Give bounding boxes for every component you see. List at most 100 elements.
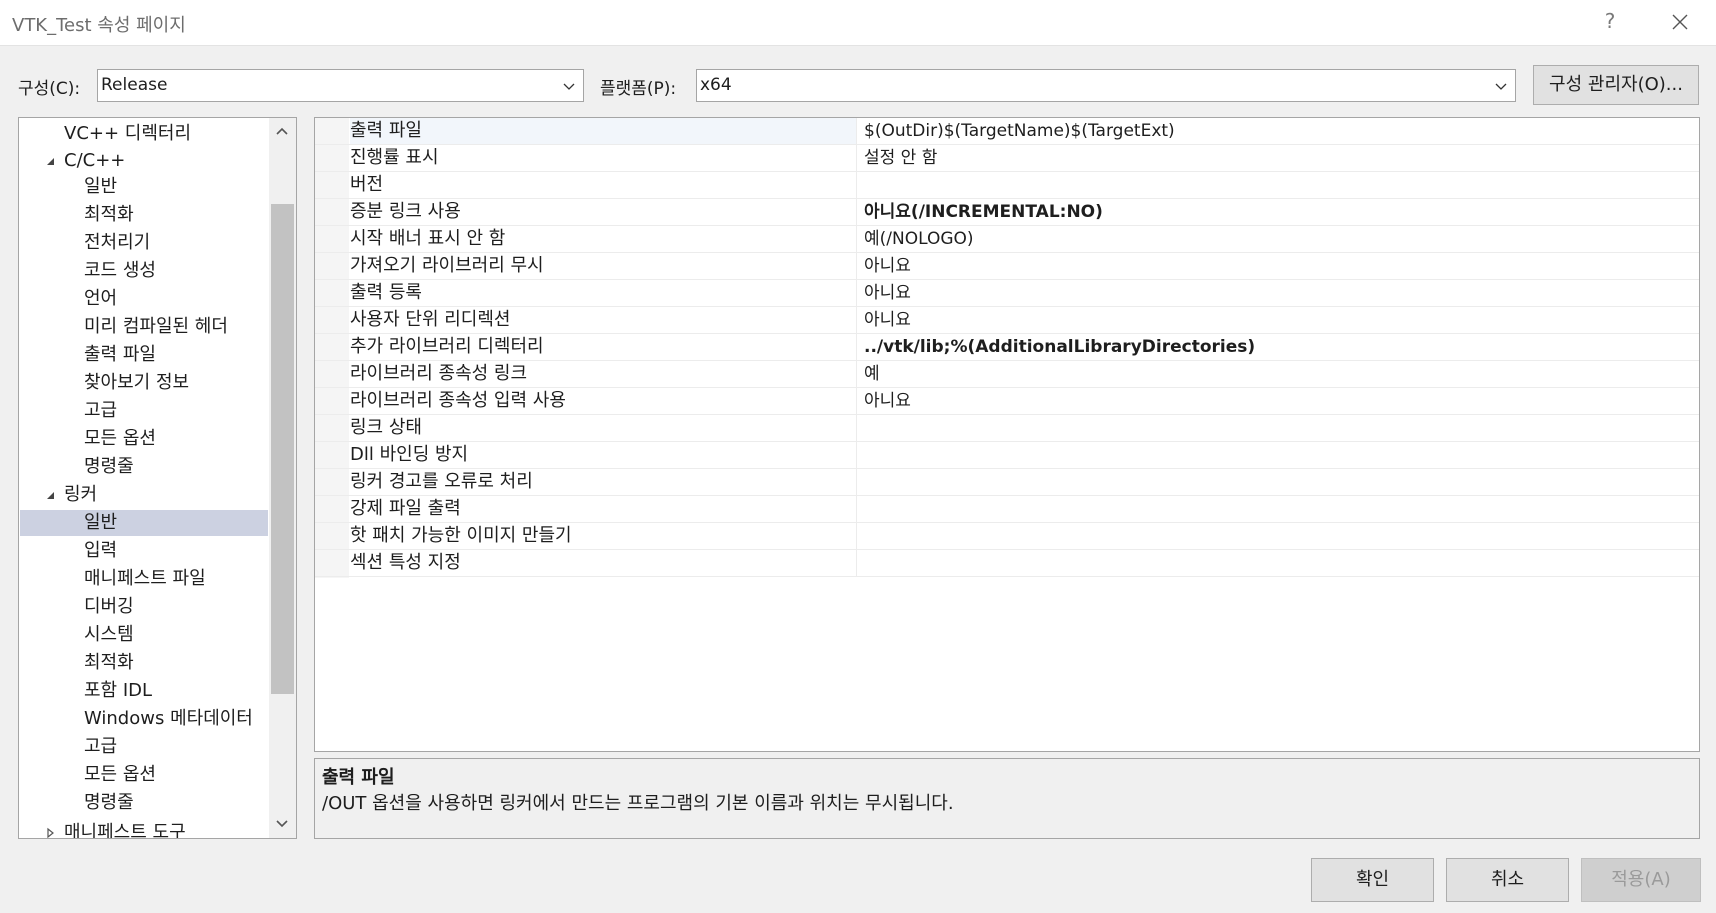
tree-item-debugging[interactable]: 디버깅	[20, 594, 268, 620]
property-row[interactable]: 버전	[315, 172, 1699, 199]
tree-item-label: 디버깅	[84, 596, 134, 617]
tree-item-manifest-file[interactable]: 매니페스트 파일	[20, 566, 268, 592]
tree-item-windows-metadata[interactable]: Windows 메타데이터	[20, 706, 268, 732]
platform-label: 플랫폼(P):	[600, 79, 677, 99]
tree-item-linker-optimization[interactable]: 최적화	[20, 650, 268, 676]
tree-item-label: C/C++	[64, 150, 126, 171]
cancel-button[interactable]: 취소	[1446, 858, 1569, 902]
scrollbar-thumb[interactable]	[271, 204, 294, 694]
tree-item-linker-general[interactable]: 일반	[20, 510, 268, 536]
property-value[interactable]: 설정 안 함	[860, 145, 1695, 171]
property-name[interactable]: 사용자 단위 리디렉션	[350, 307, 857, 333]
property-row[interactable]: 증분 링크 사용 아니요(/INCREMENTAL:NO)	[315, 199, 1699, 226]
property-row[interactable]: 출력 등록 아니요	[315, 280, 1699, 307]
property-row[interactable]: 강제 파일 출력	[315, 496, 1699, 523]
property-name[interactable]: 버전	[350, 172, 857, 198]
property-row[interactable]: 라이브러리 종속성 입력 사용 아니요	[315, 388, 1699, 415]
property-name[interactable]: 추가 라이브러리 디렉터리	[350, 334, 857, 360]
property-value[interactable]: 아니요	[860, 307, 1695, 333]
property-row[interactable]: 가져오기 라이브러리 무시 아니요	[315, 253, 1699, 280]
tree-item-browse-info[interactable]: 찾아보기 정보	[20, 370, 268, 396]
config-manager-button[interactable]: 구성 관리자(O)...	[1533, 65, 1699, 105]
tree-item-embedded-idl[interactable]: 포함 IDL	[20, 678, 268, 704]
tree-item-precompiled-headers[interactable]: 미리 컴파일된 헤더	[20, 314, 268, 340]
property-name[interactable]: 출력 등록	[350, 280, 857, 306]
tree-item-input[interactable]: 입력	[20, 538, 268, 564]
property-name[interactable]: 링크 상태	[350, 415, 857, 441]
property-row[interactable]: 핫 패치 가능한 이미지 만들기	[315, 523, 1699, 550]
property-value[interactable]	[860, 523, 1695, 549]
tree-item-cpp-optimization[interactable]: 최적화	[20, 202, 268, 228]
tree-item-label: 입력	[84, 540, 118, 561]
property-value[interactable]: 아니요(/INCREMENTAL:NO)	[860, 199, 1695, 225]
property-name[interactable]: 강제 파일 출력	[350, 496, 857, 522]
property-row[interactable]: 출력 파일 $(OutDir)$(TargetName)$(TargetExt)	[315, 118, 1699, 145]
property-row[interactable]: Dll 바인딩 방지	[315, 442, 1699, 469]
help-button[interactable]: ?	[1598, 9, 1622, 37]
property-name[interactable]: 진행률 표시	[350, 145, 857, 171]
property-name[interactable]: 시작 배너 표시 안 함	[350, 226, 857, 252]
tree-item-code-generation[interactable]: 코드 생성	[20, 258, 268, 284]
collapsed-triangle-icon[interactable]	[44, 827, 56, 839]
tree-item-output-files[interactable]: 출력 파일	[20, 342, 268, 368]
property-row[interactable]: 섹션 특성 지정	[315, 550, 1699, 577]
property-row[interactable]: 사용자 단위 리디렉션 아니요	[315, 307, 1699, 334]
property-row[interactable]: 진행률 표시 설정 안 함	[315, 145, 1699, 172]
apply-button[interactable]: 적용(A)	[1581, 858, 1701, 902]
expanded-triangle-icon[interactable]	[44, 489, 56, 501]
tree-item-label: VC++ 디렉터리	[64, 123, 192, 144]
property-name[interactable]: 증분 링크 사용	[350, 199, 857, 225]
property-name[interactable]: 라이브러리 종속성 입력 사용	[350, 388, 857, 414]
ok-button[interactable]: 확인	[1311, 858, 1434, 902]
property-value[interactable]	[860, 415, 1695, 441]
tree-item-cpp[interactable]: C/C++	[20, 148, 268, 174]
tree-item-cpp-advanced[interactable]: 고급	[20, 398, 268, 424]
property-value[interactable]: 아니요	[860, 253, 1695, 279]
tree-item-manifest-tool[interactable]: 매니페스트 도구	[20, 820, 268, 839]
config-value: Release	[101, 75, 168, 95]
property-row[interactable]: 추가 라이브러리 디렉터리 ../vtk/lib;%(AdditionalLibr…	[315, 334, 1699, 361]
expanded-triangle-icon[interactable]	[44, 155, 56, 167]
property-row[interactable]: 링커 경고를 오류로 처리	[315, 469, 1699, 496]
tree-item-vc-directories[interactable]: VC++ 디렉터리	[20, 121, 268, 147]
tree-item-preprocessor[interactable]: 전처리기	[20, 230, 268, 256]
property-row[interactable]: 시작 배너 표시 안 함 예(/NOLOGO)	[315, 226, 1699, 253]
property-name[interactable]: 핫 패치 가능한 이미지 만들기	[350, 523, 857, 549]
chevron-down-icon[interactable]	[274, 815, 290, 831]
property-value[interactable]	[860, 469, 1695, 495]
tree-item-system[interactable]: 시스템	[20, 622, 268, 648]
property-name[interactable]: 섹션 특성 지정	[350, 550, 857, 576]
tree-item-linker[interactable]: 링커	[20, 482, 268, 508]
config-dropdown[interactable]: Release	[97, 69, 584, 102]
property-value[interactable]	[860, 442, 1695, 468]
property-value[interactable]: 예	[860, 361, 1695, 387]
property-name[interactable]: 출력 파일	[350, 118, 857, 144]
platform-dropdown[interactable]: x64	[696, 69, 1516, 102]
property-value[interactable]: $(OutDir)$(TargetName)$(TargetExt)	[860, 118, 1695, 144]
property-value[interactable]: 아니요	[860, 280, 1695, 306]
property-name[interactable]: Dll 바인딩 방지	[350, 442, 857, 468]
tree-item-linker-all-options[interactable]: 모든 옵션	[20, 762, 268, 788]
property-name[interactable]: 라이브러리 종속성 링크	[350, 361, 857, 387]
tree-item-linker-advanced[interactable]: 고급	[20, 734, 268, 760]
property-value[interactable]	[860, 172, 1695, 198]
property-value[interactable]: 아니요	[860, 388, 1695, 414]
tree-item-language[interactable]: 언어	[20, 286, 268, 312]
property-name[interactable]: 가져오기 라이브러리 무시	[350, 253, 857, 279]
property-value[interactable]	[860, 550, 1695, 576]
property-value[interactable]: ../vtk/lib;%(AdditionalLibraryDirectorie…	[860, 334, 1695, 360]
tree-item-cpp-general[interactable]: 일반	[20, 174, 268, 200]
tree-item-label: 모든 옵션	[84, 764, 156, 785]
close-button[interactable]	[1665, 7, 1695, 37]
tree-item-cpp-command-line[interactable]: 명령줄	[20, 454, 268, 480]
tree-item-linker-command-line[interactable]: 명령줄	[20, 790, 268, 816]
property-row[interactable]: 링크 상태	[315, 415, 1699, 442]
property-value[interactable]: 예(/NOLOGO)	[860, 226, 1695, 252]
description-text: /OUT 옵션을 사용하면 링커에서 만드는 프로그램의 기본 이름과 위치는 …	[322, 793, 954, 814]
tree-item-cpp-all-options[interactable]: 모든 옵션	[20, 426, 268, 452]
property-name[interactable]: 링커 경고를 오류로 처리	[350, 469, 857, 495]
property-value[interactable]	[860, 496, 1695, 522]
chevron-up-icon[interactable]	[274, 124, 290, 140]
tree-scrollbar[interactable]	[269, 118, 296, 838]
property-row[interactable]: 라이브러리 종속성 링크 예	[315, 361, 1699, 388]
